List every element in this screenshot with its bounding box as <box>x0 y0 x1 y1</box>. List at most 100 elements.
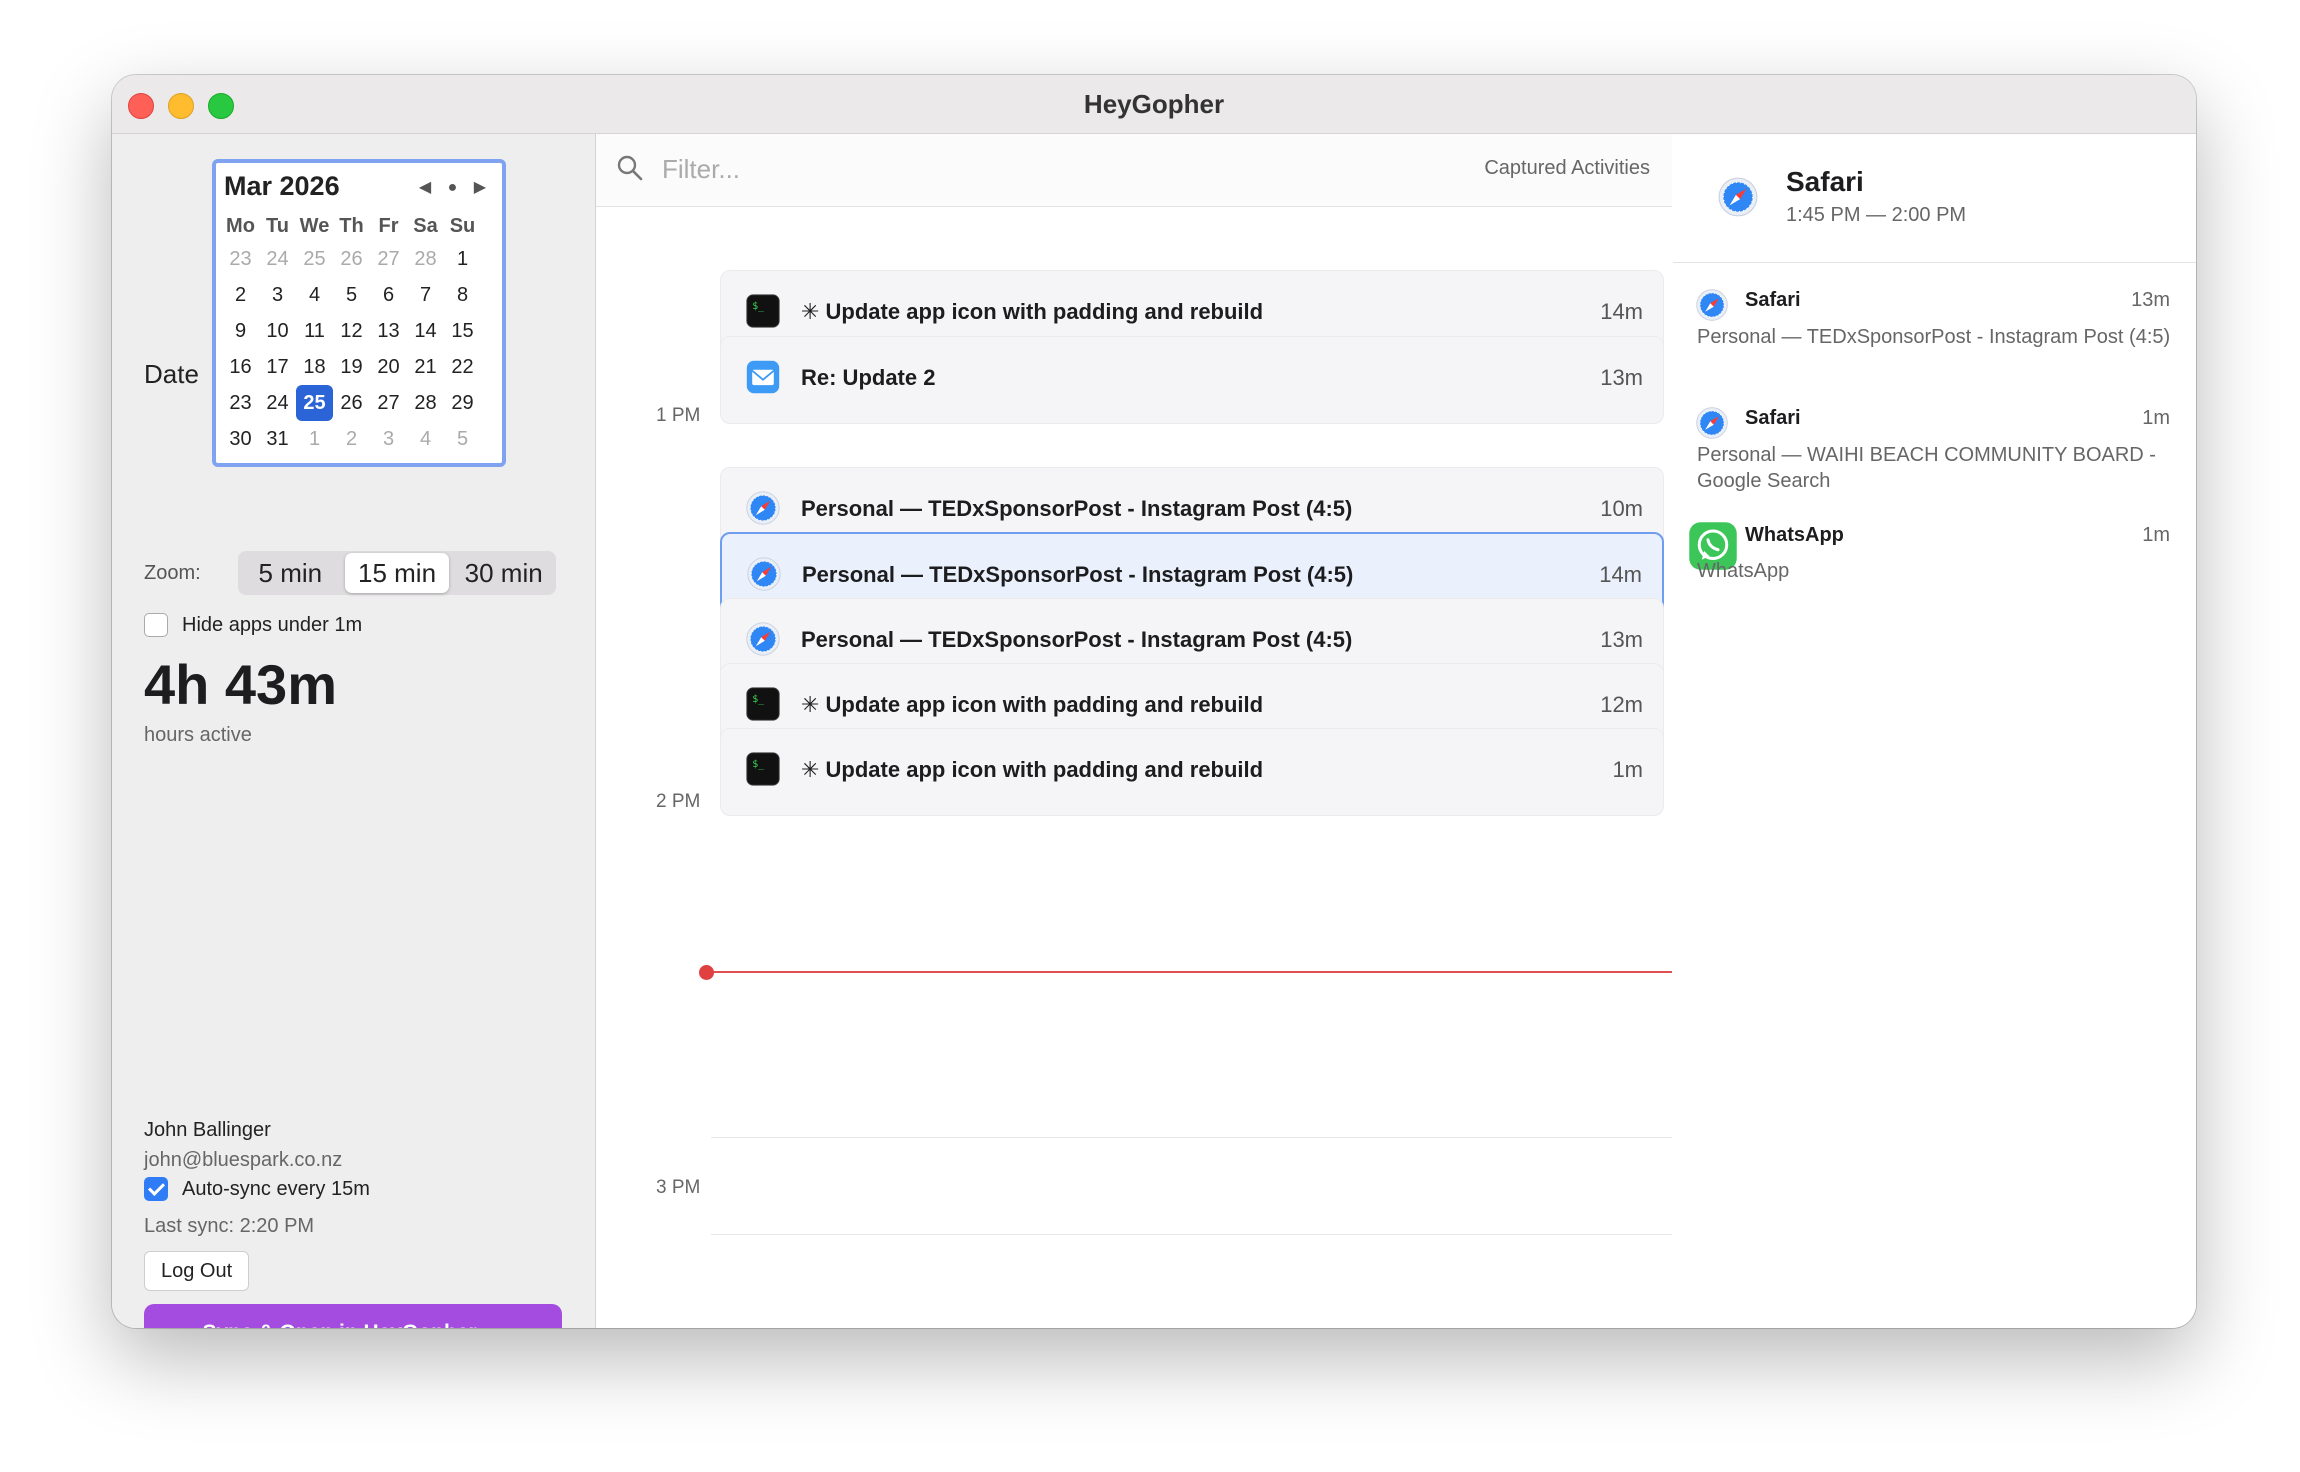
calendar-day[interactable]: 5 <box>333 277 370 313</box>
detail-entry-description: WhatsApp <box>1697 560 1790 582</box>
calendar-day[interactable]: 23 <box>222 385 259 421</box>
calendar-weekday: We <box>299 215 330 237</box>
activity-title: Re: Update 2 <box>801 365 936 390</box>
safari-icon <box>1717 176 1759 218</box>
calendar-day[interactable]: 12 <box>333 313 370 349</box>
calendar-weekday: Sa <box>413 215 438 237</box>
calendar-day[interactable]: 27 <box>370 385 407 421</box>
detail-entry-duration: 1m <box>2142 407 2170 429</box>
user-name: John Ballinger <box>144 1119 271 1141</box>
timeline-gridline <box>711 1137 1672 1138</box>
calendar-day[interactable]: 14 <box>407 313 444 349</box>
terminal-icon <box>745 293 781 329</box>
terminal-icon <box>745 686 781 722</box>
search-icon <box>617 155 643 181</box>
activity-row[interactable]: Re: Update 2 13m <box>720 336 1664 424</box>
timeline-gridline <box>711 1234 1672 1235</box>
activity-row[interactable]: ✳ Update app icon with padding and rebui… <box>720 728 1664 816</box>
zoom-option[interactable]: 15 min <box>344 553 450 593</box>
calendar-day[interactable]: 10 <box>259 313 296 349</box>
calendar-day[interactable]: 24 <box>259 241 296 277</box>
hide-apps-label: Hide apps under 1m <box>182 613 363 636</box>
activity-title: Personal — TEDxSponsorPost - Instagram P… <box>801 627 1353 652</box>
zoom-option[interactable]: 30 min <box>451 551 556 595</box>
current-time-line <box>706 971 1672 973</box>
calendar-day[interactable]: 1 <box>296 421 333 457</box>
activity-duration: 12m <box>1600 692 1643 717</box>
calendar-day[interactable]: 8 <box>444 277 481 313</box>
zoom-option[interactable]: 5 min <box>238 551 343 595</box>
detail-entry-app: Safari <box>1745 289 1801 311</box>
safari-icon <box>745 490 781 526</box>
hour-label: 2 PM <box>656 791 701 812</box>
detail-entry-description: Personal — TEDxSponsorPost - Instagram P… <box>1697 326 2171 348</box>
logout-button[interactable]: Log Out <box>144 1251 250 1291</box>
calendar-weekday: Tu <box>266 215 289 237</box>
calendar-day[interactable]: 29 <box>444 385 481 421</box>
calendar-weekday: Mo <box>226 215 255 237</box>
hide-apps-checkbox[interactable] <box>144 613 168 637</box>
calendar-nav[interactable]: ◀ ● ▶ <box>419 177 492 197</box>
calendar-day[interactable]: 1 <box>444 241 481 277</box>
calendar-day[interactable]: 3 <box>370 421 407 457</box>
calendar-day[interactable]: 6 <box>370 277 407 313</box>
calendar-day[interactable]: 31 <box>259 421 296 457</box>
calendar-day[interactable]: 27 <box>370 241 407 277</box>
calendar-day[interactable]: 7 <box>407 277 444 313</box>
calendar-day[interactable]: 13 <box>370 313 407 349</box>
calendar-day[interactable]: 21 <box>407 349 444 385</box>
calendar-day[interactable]: 20 <box>370 349 407 385</box>
calendar-day[interactable]: 4 <box>296 277 333 313</box>
calendar-day[interactable]: 28 <box>407 385 444 421</box>
date-picker-calendar[interactable]: Mar 2026 ◀ ● ▶ Mo Tu We Th Fr Sa Su 23 24 25 26 27 2… <box>212 159 506 467</box>
date-label: Date <box>144 359 199 389</box>
detail-header: Safari 1:45 PM — 2:00 PM <box>1673 134 2196 263</box>
filter-input[interactable]: Filter... <box>662 154 740 185</box>
calendar-day[interactable]: 11 <box>296 313 333 349</box>
safari-icon <box>1695 406 1729 440</box>
calendar-day[interactable]: 16 <box>222 349 259 385</box>
calendar-day[interactable]: 25 <box>296 241 333 277</box>
calendar-day[interactable]: 28 <box>407 241 444 277</box>
autosync-label: Auto-sync every 15m <box>182 1177 370 1200</box>
detail-entry-duration: 13m <box>2131 289 2170 311</box>
activity-duration: 13m <box>1600 627 1643 652</box>
zoom-segmented-control[interactable]: 5 min 15 min 30 min <box>238 551 556 595</box>
calendar-weekday: Th <box>339 215 364 237</box>
calendar-day[interactable]: 24 <box>259 385 296 421</box>
calendar-day[interactable]: 4 <box>407 421 444 457</box>
title-bar: HeyGopher <box>112 75 2196 134</box>
calendar-day[interactable]: 15 <box>444 313 481 349</box>
calendar-day[interactable]: 2 <box>333 421 370 457</box>
terminal-icon <box>745 751 781 787</box>
activity-title: ✳ Update app icon with padding and rebui… <box>801 692 1264 717</box>
calendar-day[interactable]: 30 <box>222 421 259 457</box>
calendar-day[interactable]: 9 <box>222 313 259 349</box>
autosync-checkbox[interactable] <box>144 1177 168 1201</box>
autosync-row[interactable]: Auto-sync every 15m <box>144 1177 370 1201</box>
calendar-day[interactable]: 25 <box>296 385 333 421</box>
calendar-day[interactable]: 26 <box>333 385 370 421</box>
activity-duration: 1m <box>1612 757 1643 782</box>
calendar-day[interactable]: 17 <box>259 349 296 385</box>
calendar-day[interactable]: 19 <box>333 349 370 385</box>
calendar-day[interactable]: 2 <box>222 277 259 313</box>
current-time-dot <box>699 965 714 980</box>
activity-title: Personal — TEDxSponsorPost - Instagram P… <box>802 562 1354 587</box>
activity-duration: 10m <box>1600 496 1643 521</box>
calendar-day[interactable]: 18 <box>296 349 333 385</box>
calendar-day[interactable]: 23 <box>222 241 259 277</box>
calendar-weekday: Su <box>449 215 476 237</box>
calendar-day[interactable]: 3 <box>259 277 296 313</box>
user-email: john@bluespark.co.nz <box>144 1149 343 1171</box>
activity-title: ✳ Update app icon with padding and rebui… <box>801 299 1264 324</box>
mail-icon <box>745 359 781 395</box>
detail-entry-duration: 1m <box>2142 524 2170 546</box>
filter-bar: Filter... Captured Activities <box>596 134 1672 207</box>
hide-apps-row[interactable]: Hide apps under 1m <box>144 613 362 637</box>
calendar-day[interactable]: 5 <box>444 421 481 457</box>
safari-icon <box>746 556 782 592</box>
calendar-day[interactable]: 26 <box>333 241 370 277</box>
sync-open-button[interactable]: Sync & Open in HeyGopher → <box>144 1304 562 1328</box>
calendar-day[interactable]: 22 <box>444 349 481 385</box>
